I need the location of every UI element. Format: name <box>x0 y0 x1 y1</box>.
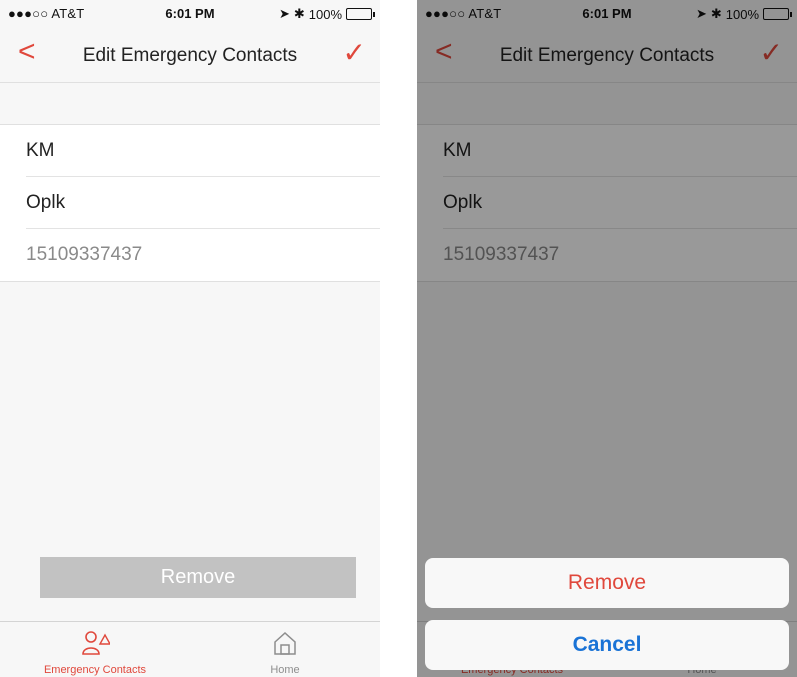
home-icon <box>274 631 296 655</box>
tab-label-emergency-contacts: Emergency Contacts <box>43 664 147 676</box>
screen-edit-contacts-action-sheet: ●●●○○ AT&T 6:01 PM ➤ ✱ 100% < Edit Emerg… <box>417 0 797 677</box>
action-sheet: Remove Cancel <box>425 558 789 670</box>
status-right: ➤ ✱ 100% <box>278 6 375 22</box>
last-name-field[interactable]: Oplk <box>26 177 380 229</box>
tab-bar: Emergency Contacts Home <box>0 621 380 677</box>
battery-percent: 100% <box>308 6 342 22</box>
tab-label-home: Home <box>270 664 300 676</box>
remove-button[interactable]: Remove <box>40 557 356 598</box>
battery-icon <box>346 8 375 20</box>
tab-home[interactable]: Home <box>190 622 380 677</box>
action-sheet-cancel-button[interactable]: Cancel <box>425 620 789 670</box>
bluetooth-icon: ✱ <box>293 6 305 21</box>
screen-edit-contacts: ●●●○○ AT&T 6:01 PM ➤ ✱ 100% < Edit Emerg… <box>0 0 380 677</box>
location-icon: ➤ <box>278 6 290 21</box>
page-title: Edit Emergency Contacts <box>82 45 298 66</box>
navigation-bar: < Edit Emergency Contacts ✓ <box>0 26 380 83</box>
action-sheet-remove-button[interactable]: Remove <box>425 558 789 608</box>
status-bar: ●●●○○ AT&T 6:01 PM ➤ ✱ 100% <box>0 0 380 26</box>
emergency-contacts-icon <box>82 631 110 655</box>
contact-form: KM Oplk 15109337437 <box>0 124 380 282</box>
first-name-field[interactable]: KM <box>26 125 380 177</box>
phone-number-field[interactable]: 15109337437 <box>26 229 380 281</box>
tab-emergency-contacts[interactable]: Emergency Contacts <box>0 622 190 677</box>
done-checkmark-button[interactable]: ✓ <box>343 36 366 69</box>
